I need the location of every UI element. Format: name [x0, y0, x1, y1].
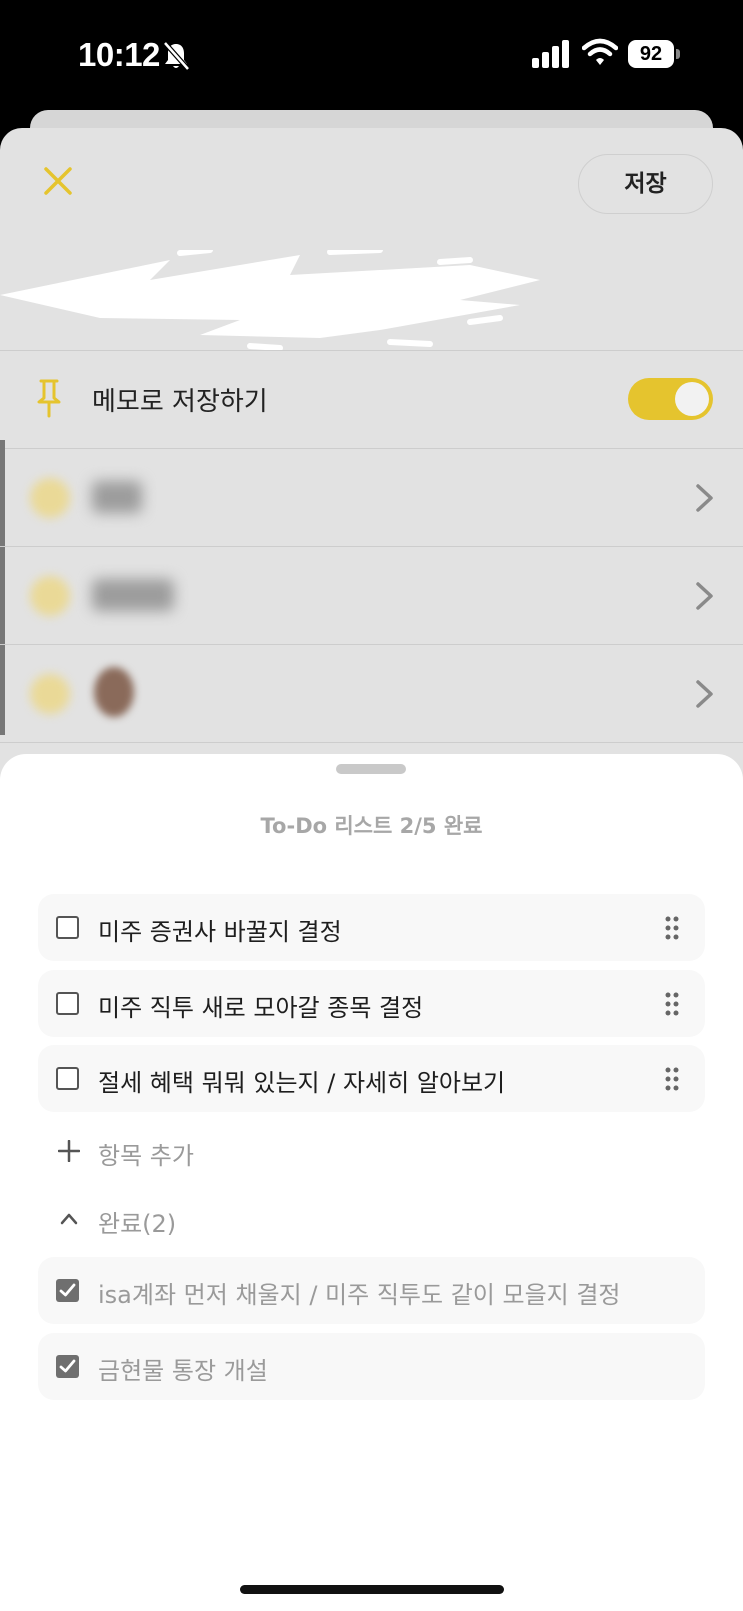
completed-todo-item[interactable]: isa계좌 먼저 채울지 / 미주 직투도 같이 모을지 결정 [38, 1257, 705, 1324]
blurred-text [92, 481, 142, 513]
drag-handle-icon[interactable] [665, 1067, 679, 1091]
plus-icon [58, 1140, 80, 1162]
drag-handle-icon[interactable] [665, 992, 679, 1016]
list-item[interactable] [0, 547, 743, 644]
blurred-text [92, 579, 174, 611]
blurred-icon [30, 478, 70, 518]
status-bar: 10:12 92 [0, 0, 743, 110]
home-indicator[interactable] [240, 1585, 504, 1594]
chevron-right-icon [696, 680, 713, 708]
battery-level: 92 [628, 40, 674, 68]
completed-section-label: 완료(2) [98, 1210, 177, 1238]
wifi-icon [582, 38, 618, 65]
avatar [94, 667, 134, 717]
status-time: 10:12 [78, 36, 160, 73]
close-icon[interactable] [42, 165, 74, 197]
checkmark-icon [59, 1359, 76, 1373]
todo-text: 절세 혜택 뭐뭐 있는지 / 자세히 알아보기 [98, 1069, 506, 1097]
divider [0, 350, 743, 351]
cellular-signal-icon [532, 40, 569, 68]
chevron-up-icon [60, 1213, 78, 1225]
add-item-label: 항목 추가 [98, 1142, 194, 1170]
divider [0, 742, 743, 743]
todo-checkbox[interactable] [56, 916, 79, 939]
sheet-title: To-Do 리스트 2/5 완료 [260, 814, 483, 838]
redaction-scribble [0, 250, 540, 351]
todo-text: 미주 직투 새로 모아갈 종목 결정 [98, 994, 424, 1022]
todo-item[interactable]: 미주 증권사 바꿀지 결정 [38, 894, 705, 961]
completed-todo-item[interactable]: 금현물 통장 개설 [38, 1333, 705, 1400]
list-item[interactable] [0, 645, 743, 742]
checkmark-icon [59, 1283, 76, 1297]
chevron-right-icon [696, 582, 713, 610]
list-item[interactable] [0, 449, 743, 546]
bell-slash-icon [163, 41, 190, 71]
save-as-memo-row: 메모로 저장하기 [0, 352, 743, 448]
blurred-icon [30, 674, 70, 714]
todo-item[interactable]: 미주 직투 새로 모아갈 종목 결정 [38, 970, 705, 1037]
sheet-grabber[interactable] [336, 764, 406, 774]
battery-icon: 92 [628, 40, 680, 68]
todo-text: 미주 증권사 바꿀지 결정 [98, 918, 342, 946]
battery-tip [676, 49, 680, 59]
pin-icon [37, 379, 61, 418]
todo-item[interactable]: 절세 혜택 뭐뭐 있는지 / 자세히 알아보기 [38, 1045, 705, 1112]
save-button[interactable]: 저장 [578, 154, 713, 214]
blurred-icon [30, 576, 70, 616]
toggle-knob [675, 382, 709, 416]
todo-checkbox-checked[interactable] [56, 1279, 79, 1302]
chevron-right-icon [696, 484, 713, 512]
todo-checkbox[interactable] [56, 1067, 79, 1090]
todo-text: isa계좌 먼저 채울지 / 미주 직투도 같이 모을지 결정 [98, 1281, 621, 1309]
todo-checkbox-checked[interactable] [56, 1355, 79, 1378]
save-as-memo-toggle[interactable] [628, 378, 713, 420]
todo-bottom-sheet: To-Do 리스트 2/5 완료 [0, 754, 743, 1611]
save-as-memo-label: 메모로 저장하기 [92, 387, 268, 417]
todo-text: 금현물 통장 개설 [98, 1357, 268, 1385]
todo-checkbox[interactable] [56, 992, 79, 1015]
drag-handle-icon[interactable] [665, 916, 679, 940]
